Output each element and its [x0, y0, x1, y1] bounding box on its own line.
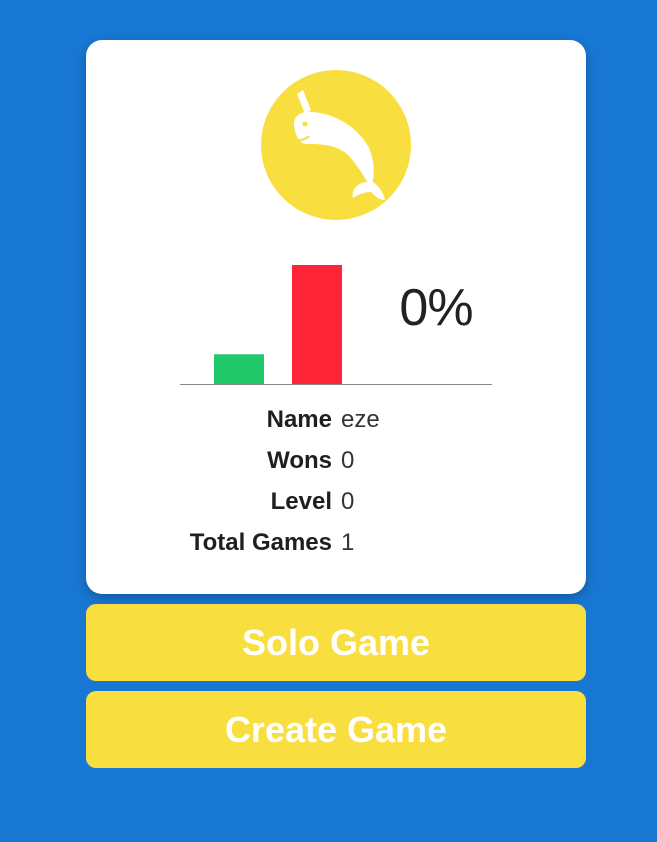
- stat-value-name: eze: [341, 406, 380, 433]
- solo-game-button[interactable]: Solo Game: [86, 604, 586, 681]
- bar-wins: [214, 354, 264, 384]
- stat-label-total-games: Total Games: [189, 529, 332, 556]
- stat-label-level: Level: [270, 488, 332, 515]
- stat-value-level: 0: [341, 488, 355, 515]
- create-game-button[interactable]: Create Game: [86, 691, 586, 768]
- stat-value-total-games: 1: [341, 529, 355, 556]
- narwhal-icon: [261, 70, 411, 220]
- stat-row-name: Name eze: [86, 400, 586, 441]
- stat-label-name: Name: [266, 406, 332, 433]
- bar-losses: [292, 265, 342, 384]
- stats-list: Name eze Wons 0 Level 0 Total Games 1: [86, 400, 586, 564]
- stat-value-wons: 0: [341, 447, 355, 474]
- stat-label-wons: Wons: [267, 447, 332, 474]
- profile-card: 0% Name eze Wons 0 Level 0 Total Games 1: [86, 40, 586, 594]
- stat-row-level: Level 0: [86, 482, 586, 523]
- win-percentage: 0%: [399, 279, 473, 337]
- stat-row-wons: Wons 0: [86, 441, 586, 482]
- stat-row-total-games: Total Games 1: [86, 523, 586, 564]
